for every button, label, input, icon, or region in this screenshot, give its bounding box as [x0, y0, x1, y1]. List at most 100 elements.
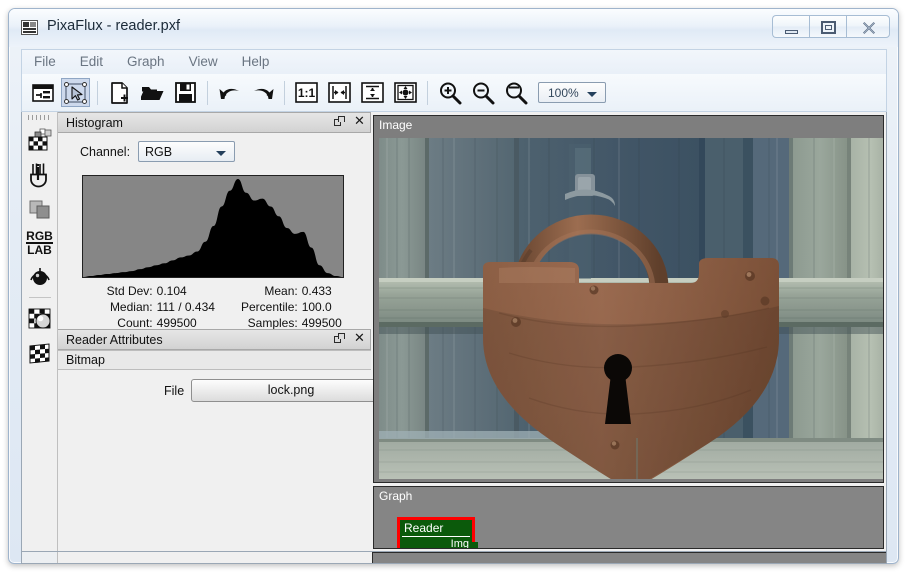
node-title: Reader [402, 521, 470, 536]
fit-all-button[interactable] [391, 78, 420, 107]
colorspace-label-bottom: LAB [27, 243, 52, 257]
reader-float-button[interactable] [334, 333, 345, 344]
sidebar-item-layers[interactable] [24, 193, 56, 227]
histogram-close-button[interactable]: ✕ [354, 116, 365, 127]
toolbar-separator [207, 81, 208, 105]
checker-squares-icon [27, 128, 53, 152]
app-icon [21, 20, 38, 35]
redo-button[interactable] [248, 78, 277, 107]
sidebar-item-bitmap[interactable] [24, 123, 56, 157]
tool-strip-grip[interactable] [28, 115, 52, 120]
open-file-button[interactable] [138, 78, 167, 107]
channel-row: Channel: RGB [58, 141, 371, 163]
toolbar: 1:1 [21, 74, 887, 112]
zoom-level-value: 100% [548, 86, 579, 100]
sidebar-item-colorspace[interactable]: RGB LAB [24, 228, 56, 258]
sidebar-item-checker[interactable] [24, 337, 56, 371]
menu-item-help[interactable]: Help [230, 50, 282, 74]
sidebar-divider [29, 297, 51, 298]
graph-node-reader[interactable]: Reader Img [397, 517, 475, 549]
histogram-panel-body: Channel: RGB Std Dev: [58, 133, 371, 329]
svg-text:1:1: 1:1 [298, 86, 316, 100]
toolbar-separator [284, 81, 285, 105]
zoom-out-button[interactable] [468, 78, 497, 107]
status-strip-left [22, 552, 58, 563]
select-tool-icon [64, 82, 87, 104]
redo-arrow-icon [251, 84, 275, 102]
stat-label: Std Dev: [68, 283, 157, 299]
graph-view-button[interactable] [28, 78, 57, 107]
menu-item-edit[interactable]: Edit [68, 50, 115, 74]
minimize-icon [785, 30, 798, 34]
brush-icon [28, 162, 52, 188]
sidebar-item-brush[interactable] [24, 158, 56, 192]
sidebar-item-sphere[interactable] [24, 302, 56, 336]
zoom-in-button[interactable] [435, 78, 464, 107]
status-strip-graph [372, 552, 886, 563]
zoom-in-icon [438, 81, 462, 105]
graph-panel[interactable]: Graph Reader Img [373, 486, 884, 549]
save-file-button[interactable] [171, 78, 200, 107]
histogram-float-button[interactable] [334, 116, 345, 127]
fit-height-icon [361, 82, 384, 103]
fit-height-button[interactable] [358, 78, 387, 107]
file-row: File lock.png [58, 379, 371, 403]
left-dock: Histogram ✕ Channel: RGB [58, 112, 371, 551]
undo-arrow-icon [218, 84, 242, 102]
chevron-down-icon [216, 151, 226, 156]
maximize-button[interactable] [809, 15, 846, 38]
menu-bar: File Edit Graph View Help [21, 49, 887, 74]
node-output-connector[interactable] [470, 542, 478, 549]
sidebar-item-knob[interactable] [24, 259, 56, 293]
knob-dial-icon [27, 264, 53, 288]
reader-close-button[interactable]: ✕ [354, 333, 365, 344]
histogram-chart [82, 175, 344, 278]
stat-label: Mean: [219, 283, 302, 299]
toolbar-separator [97, 81, 98, 105]
channel-select[interactable]: RGB [138, 141, 235, 162]
fit-width-button[interactable] [325, 78, 354, 107]
new-file-button[interactable] [105, 78, 134, 107]
new-file-icon [110, 82, 130, 104]
main-content: RGB LAB [21, 112, 887, 552]
minimize-button[interactable] [772, 15, 809, 38]
overlapping-squares-icon [28, 199, 52, 221]
menu-item-graph[interactable]: Graph [115, 50, 177, 74]
stat-value: 0.433 [302, 283, 363, 299]
menu-item-file[interactable]: File [22, 50, 68, 74]
channel-value: RGB [145, 145, 172, 159]
image-canvas[interactable] [379, 138, 884, 479]
stat-label: Median: [68, 299, 157, 315]
node-output-port-label: Img [451, 537, 469, 549]
reader-attributes-panel: Reader Attributes ✕ Bitmap File lock.png [58, 329, 371, 551]
histogram-panel-label: Histogram [66, 116, 123, 130]
close-button[interactable] [846, 15, 890, 38]
histogram-panel-title: Histogram ✕ [58, 112, 371, 133]
zoom-out-icon [471, 81, 495, 105]
graph-panel-title: Graph [374, 487, 412, 503]
bitmap-group-label: Bitmap [66, 353, 105, 367]
status-strip [21, 552, 887, 564]
stats-row: Std Dev: 0.104 Mean: 0.433 [68, 283, 363, 299]
fit-width-icon [328, 82, 351, 103]
zoom-level-select[interactable]: 100% [538, 82, 606, 103]
graph-view-icon [32, 83, 54, 103]
close-icon [861, 20, 877, 36]
zoom-reset-button[interactable] [501, 78, 530, 107]
maximize-icon [821, 21, 836, 34]
bitmap-group-header: Bitmap [58, 350, 371, 370]
toolbar-separator [427, 81, 428, 105]
file-path-button[interactable]: lock.png [191, 379, 391, 402]
checker-flag-icon [27, 343, 53, 365]
zoom-one-to-one-button[interactable]: 1:1 [292, 78, 321, 107]
app-window: PixaFlux - reader.pxf File Edit Graph Vi… [8, 8, 899, 564]
stat-value: 111 / 0.434 [157, 299, 219, 315]
right-dock: Image [372, 112, 886, 551]
save-disk-icon [175, 82, 196, 103]
menu-item-view[interactable]: View [177, 50, 230, 74]
select-tool-button[interactable] [61, 78, 90, 107]
stats-row: Median: 111 / 0.434 Percentile: 100.0 [68, 299, 363, 315]
undo-button[interactable] [215, 78, 244, 107]
tool-strip: RGB LAB [22, 112, 58, 551]
colorspace-label-top: RGB [26, 230, 53, 244]
